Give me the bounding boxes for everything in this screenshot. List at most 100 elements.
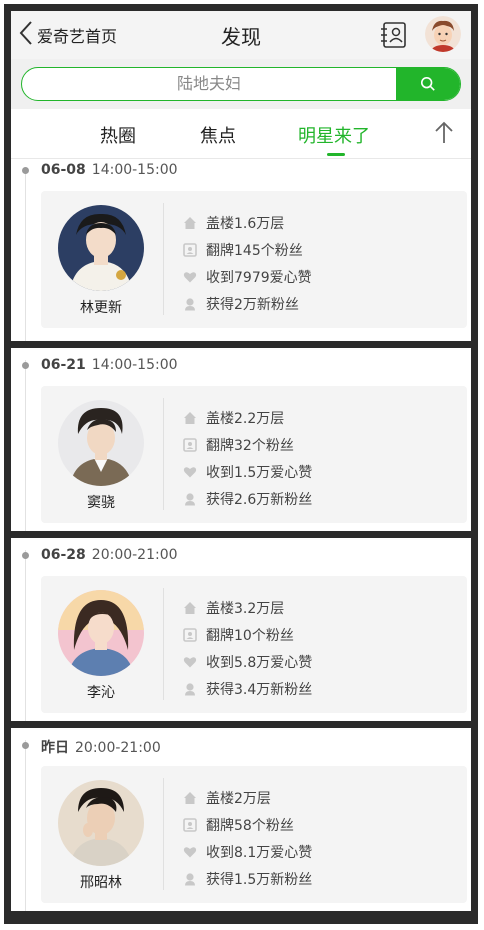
stat-new-fans: 获得2万新粉丝 bbox=[183, 290, 312, 317]
time-text: 20:00-21:00 bbox=[75, 740, 161, 756]
stat-text: 获得3.4万新粉丝 bbox=[206, 681, 313, 698]
timeline-dot bbox=[22, 742, 29, 749]
star-name: 邢昭林 bbox=[80, 875, 122, 891]
time-text: 14:00-15:00 bbox=[91, 162, 178, 178]
card-divider bbox=[163, 778, 164, 890]
scroll-to-top-button[interactable] bbox=[433, 121, 455, 145]
heart-icon bbox=[183, 270, 197, 284]
date-text: 06-08 bbox=[41, 162, 86, 178]
stat-text: 获得2万新粉丝 bbox=[206, 296, 299, 313]
stats-list: 盖楼2.2万层 翻牌32个粉丝 收到1.5万爱心赞 获得2.6万新粉丝 bbox=[183, 404, 312, 512]
tab-bar: 热圈 焦点 明星来了 bbox=[11, 109, 471, 159]
star-photo bbox=[58, 780, 144, 866]
screenshot-frame: 爱奇艺首页 发现 陆地夫妇 热圈 焦点 明星来了 06-08 14:00-15:… bbox=[4, 4, 478, 924]
stat-likes: 收到1.5万爱心赞 bbox=[183, 458, 312, 485]
stat-text: 收到8.1万爱心赞 bbox=[206, 844, 313, 861]
card-divider bbox=[163, 398, 164, 510]
stat-floors: 盖楼3.2万层 bbox=[183, 594, 312, 621]
star-entry[interactable]: 06-08 14:00-15:00 林更新 盖楼1.6万层 翻牌145个粉丝 收… bbox=[11, 159, 471, 341]
stat-text: 盖楼2万层 bbox=[206, 790, 271, 807]
stat-likes: 收到8.1万爱心赞 bbox=[183, 838, 312, 865]
stat-likes: 收到5.8万爱心赞 bbox=[183, 648, 312, 675]
star-entry[interactable]: 昨日 20:00-21:00 邢昭林 盖楼2万层 翻牌58个粉丝 收到8.1万爱… bbox=[11, 728, 471, 911]
stat-text: 收到7979爱心赞 bbox=[206, 269, 312, 286]
house-icon bbox=[183, 601, 197, 615]
stat-fans-flipped: 翻牌58个粉丝 bbox=[183, 811, 312, 838]
entry-date: 06-21 14:00-15:00 bbox=[41, 357, 178, 373]
fan-icon bbox=[183, 492, 197, 506]
stat-text: 翻牌145个粉丝 bbox=[206, 242, 303, 259]
search-box: 陆地夫妇 bbox=[21, 67, 461, 101]
stat-text: 盖楼3.2万层 bbox=[206, 600, 285, 617]
star-photo bbox=[58, 590, 144, 676]
timeline-line bbox=[25, 171, 26, 341]
stat-text: 翻牌58个粉丝 bbox=[206, 817, 294, 834]
active-tab-indicator bbox=[327, 153, 345, 156]
entry-date: 06-28 20:00-21:00 bbox=[41, 547, 178, 563]
time-text: 14:00-15:00 bbox=[91, 357, 178, 373]
entry-date: 昨日 20:00-21:00 bbox=[41, 737, 161, 757]
star-name: 林更新 bbox=[80, 300, 122, 316]
heart-icon bbox=[183, 845, 197, 859]
badge-icon bbox=[183, 437, 197, 452]
badge-icon bbox=[183, 817, 197, 832]
stat-text: 收到1.5万爱心赞 bbox=[206, 464, 313, 481]
tab-stars[interactable]: 明星来了 bbox=[298, 122, 370, 148]
chevron-left-icon bbox=[19, 20, 33, 50]
star-entry[interactable]: 06-28 20:00-21:00 李沁 盖楼3.2万层 翻牌10个粉丝 收到5… bbox=[11, 538, 471, 721]
top-panel: 爱奇艺首页 发现 陆地夫妇 热圈 焦点 明星来了 06-08 14:00-15:… bbox=[11, 11, 471, 341]
star-card[interactable]: 窦骁 盖楼2.2万层 翻牌32个粉丝 收到1.5万爱心赞 获得2.6万新粉丝 bbox=[41, 386, 467, 523]
timeline-line bbox=[25, 740, 26, 911]
stat-floors: 盖楼2.2万层 bbox=[183, 404, 312, 431]
stat-floors: 盖楼1.6万层 bbox=[183, 209, 312, 236]
star-name: 窦骁 bbox=[87, 495, 115, 511]
stat-text: 获得1.5万新粉丝 bbox=[206, 871, 313, 888]
search-icon bbox=[420, 76, 435, 91]
star-photo bbox=[58, 205, 144, 291]
stat-fans-flipped: 翻牌145个粉丝 bbox=[183, 236, 312, 263]
time-text: 20:00-21:00 bbox=[91, 547, 178, 563]
date-text: 06-28 bbox=[41, 547, 86, 563]
star-card[interactable]: 林更新 盖楼1.6万层 翻牌145个粉丝 收到7979爱心赞 获得2万新粉丝 bbox=[41, 191, 467, 328]
house-icon bbox=[183, 791, 197, 805]
stat-fans-flipped: 翻牌10个粉丝 bbox=[183, 621, 312, 648]
contacts-icon[interactable] bbox=[379, 20, 409, 50]
stat-fans-flipped: 翻牌32个粉丝 bbox=[183, 431, 312, 458]
search-bar: 陆地夫妇 bbox=[11, 59, 471, 109]
stat-new-fans: 获得3.4万新粉丝 bbox=[183, 675, 312, 702]
stat-text: 盖楼1.6万层 bbox=[206, 215, 285, 232]
star-card[interactable]: 李沁 盖楼3.2万层 翻牌10个粉丝 收到5.8万爱心赞 获得3.4万新粉丝 bbox=[41, 576, 467, 713]
stat-text: 翻牌32个粉丝 bbox=[206, 437, 294, 454]
date-text: 昨日 bbox=[41, 740, 69, 756]
stat-floors: 盖楼2万层 bbox=[183, 784, 312, 811]
card-divider bbox=[163, 588, 164, 700]
stats-list: 盖楼2万层 翻牌58个粉丝 收到8.1万爱心赞 获得1.5万新粉丝 bbox=[183, 784, 312, 892]
stat-text: 盖楼2.2万层 bbox=[206, 410, 285, 427]
stats-list: 盖楼3.2万层 翻牌10个粉丝 收到5.8万爱心赞 获得3.4万新粉丝 bbox=[183, 594, 312, 702]
stat-likes: 收到7979爱心赞 bbox=[183, 263, 312, 290]
back-label: 爱奇艺首页 bbox=[37, 27, 118, 46]
house-icon bbox=[183, 216, 197, 230]
stats-list: 盖楼1.6万层 翻牌145个粉丝 收到7979爱心赞 获得2万新粉丝 bbox=[183, 209, 312, 317]
star-entry[interactable]: 06-21 14:00-15:00 窦骁 盖楼2.2万层 翻牌32个粉丝 收到1… bbox=[11, 348, 471, 531]
stat-text: 收到5.8万爱心赞 bbox=[206, 654, 313, 671]
tab-focus[interactable]: 焦点 bbox=[200, 122, 236, 148]
timeline-line bbox=[25, 550, 26, 721]
fan-icon bbox=[183, 682, 197, 696]
user-avatar[interactable] bbox=[425, 16, 461, 52]
star-card[interactable]: 邢昭林 盖楼2万层 翻牌58个粉丝 收到8.1万爱心赞 获得1.5万新粉丝 bbox=[41, 766, 467, 903]
entry-date: 06-08 14:00-15:00 bbox=[41, 162, 178, 178]
timeline-dot bbox=[22, 167, 29, 174]
back-button[interactable]: 爱奇艺首页 bbox=[19, 20, 117, 50]
star-name: 李沁 bbox=[87, 685, 115, 701]
tab-hot-circle[interactable]: 热圈 bbox=[100, 122, 136, 148]
nav-bar: 爱奇艺首页 发现 bbox=[11, 11, 471, 59]
stat-text: 翻牌10个粉丝 bbox=[206, 627, 294, 644]
search-button[interactable] bbox=[396, 68, 460, 100]
star-photo bbox=[58, 400, 144, 486]
stat-new-fans: 获得2.6万新粉丝 bbox=[183, 485, 312, 512]
house-icon bbox=[183, 411, 197, 425]
fan-icon bbox=[183, 872, 197, 886]
search-input[interactable]: 陆地夫妇 bbox=[22, 68, 396, 100]
card-divider bbox=[163, 203, 164, 315]
